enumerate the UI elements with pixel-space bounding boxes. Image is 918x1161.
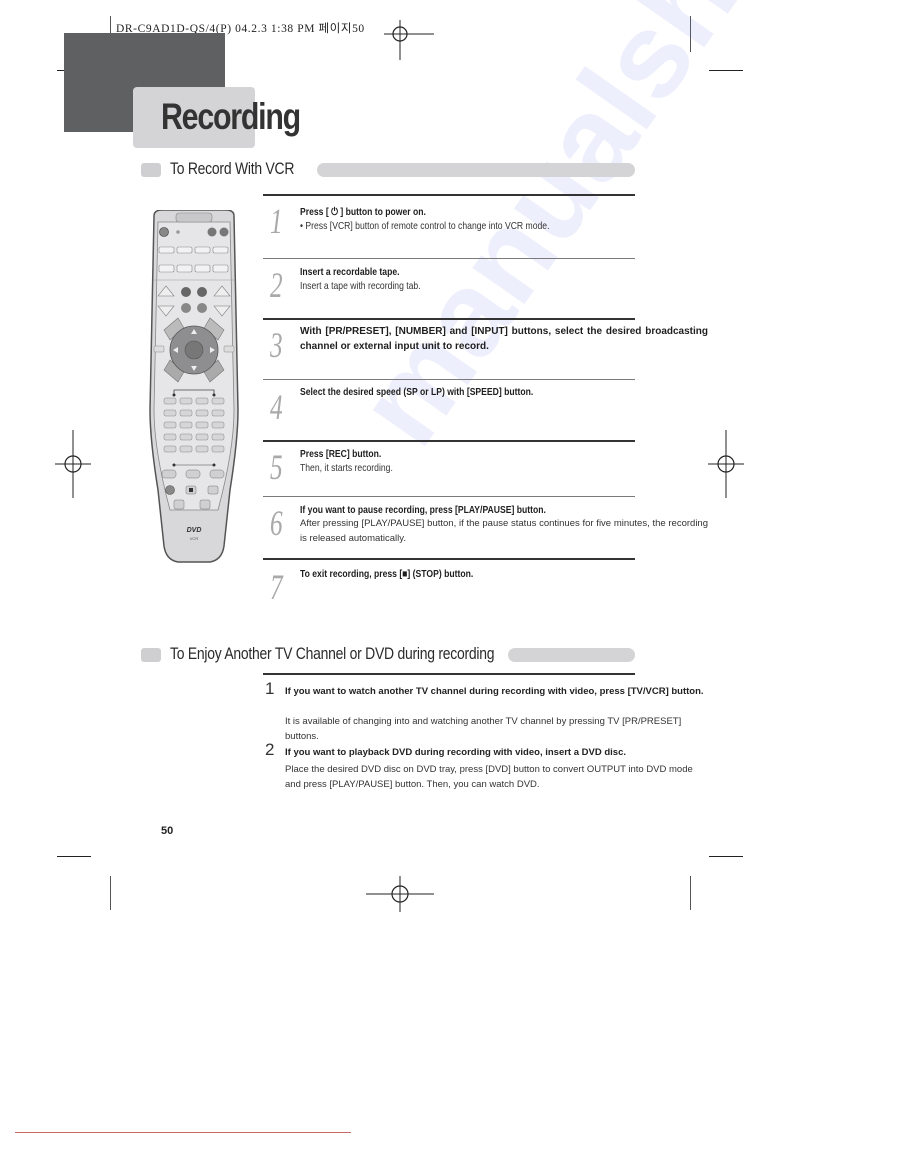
step-divider xyxy=(263,558,635,560)
step-divider xyxy=(263,440,635,442)
item-body: It is available of changing into and wat… xyxy=(285,716,682,742)
remote-rec-button xyxy=(165,485,175,495)
step-heading: Insert a recordable tape. xyxy=(300,266,400,278)
crop-mark xyxy=(110,876,111,910)
section-bar xyxy=(508,648,635,662)
watermark: manualshive.com xyxy=(331,0,918,469)
item-heading: If you want to watch another TV channel … xyxy=(285,686,704,697)
step-heading: Press [REC] button. xyxy=(300,448,382,460)
step-number: 3 xyxy=(270,325,283,365)
registration-mark-top xyxy=(384,20,434,60)
step-divider xyxy=(263,318,635,320)
item-heading: If you want to playback DVD during recor… xyxy=(285,747,626,758)
page-title: Recording xyxy=(161,96,301,137)
item-number: 1 xyxy=(265,679,275,698)
step-number: 5 xyxy=(270,447,283,487)
step-number: 1 xyxy=(270,201,283,241)
remote-power-button xyxy=(159,227,169,237)
bottom-rule xyxy=(15,1132,351,1133)
crop-mark xyxy=(57,856,91,857)
section-title-record-vcr: To Record With VCR xyxy=(170,159,295,178)
page-number: 50 xyxy=(161,825,174,837)
step-heading: Press [ ⏻ ] button to power on. xyxy=(300,206,426,218)
section-bar xyxy=(317,163,635,177)
registration-mark-bottom xyxy=(366,876,434,912)
remote-vcr-label: VCR xyxy=(190,536,199,541)
crop-mark xyxy=(690,876,691,910)
crop-mark xyxy=(709,856,743,857)
step-body: Then, it starts recording. xyxy=(300,462,393,474)
crop-mark xyxy=(709,70,743,71)
crop-mark xyxy=(690,16,691,52)
step-number: 2 xyxy=(270,265,283,305)
step-divider xyxy=(263,496,635,497)
step-number: 4 xyxy=(270,387,283,427)
section-stub xyxy=(141,648,161,662)
step-heading: If you want to pause recording, press [P… xyxy=(300,504,546,516)
section-title-enjoy-another: To Enjoy Another TV Channel or DVD durin… xyxy=(170,644,495,663)
remote-dvd-logo: DVD xyxy=(187,527,202,534)
step-heading: With [PR/PRESET], [NUMBER] and [INPUT] b… xyxy=(300,326,708,352)
step-divider xyxy=(263,258,635,259)
registration-mark-left xyxy=(55,430,91,498)
step-body: Insert a tape with recording tab. xyxy=(300,280,421,292)
step-divider xyxy=(263,194,635,196)
step-number: 6 xyxy=(270,503,283,543)
step-body: After pressing [PLAY/PAUSE] button, if t… xyxy=(300,518,708,544)
step-number: 7 xyxy=(270,567,283,607)
step-divider xyxy=(263,379,635,380)
section-divider xyxy=(263,673,635,675)
item-body: Place the desired DVD disc on DVD tray, … xyxy=(285,764,693,790)
remote-control-illustration: DVD VCR xyxy=(149,210,239,563)
step-heading: To exit recording, press [■] (STOP) butt… xyxy=(300,568,474,580)
step-body: • Press [VCR] button of remote control t… xyxy=(300,220,550,232)
step-heading: Select the desired speed (SP or LP) with… xyxy=(300,386,534,398)
item-number: 2 xyxy=(265,740,275,759)
registration-mark-right xyxy=(708,430,744,498)
section-stub xyxy=(141,163,161,177)
